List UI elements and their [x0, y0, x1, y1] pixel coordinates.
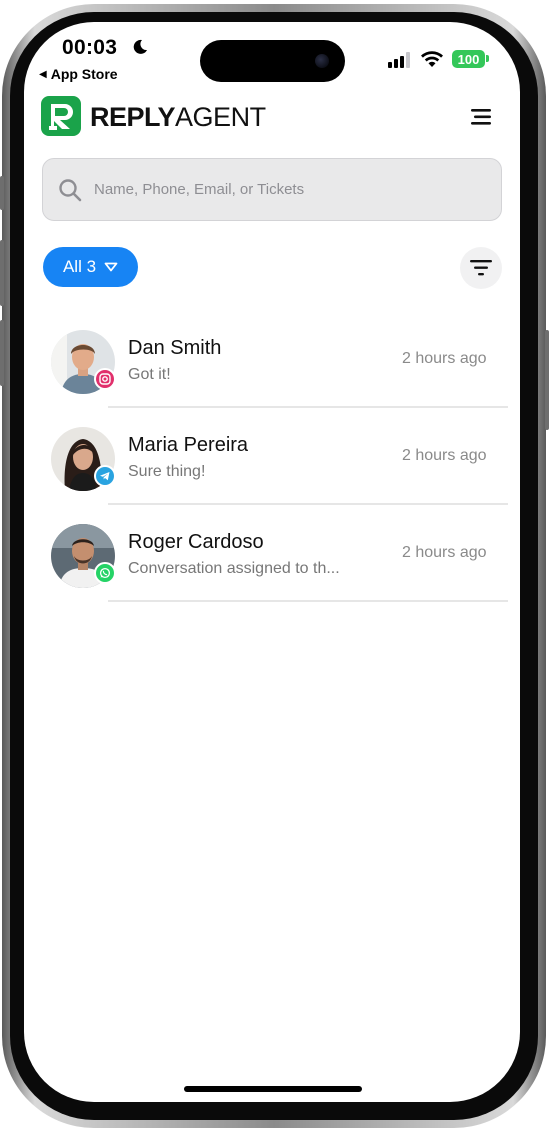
home-indicator[interactable]	[184, 1086, 362, 1092]
contact-name: Roger Cardoso	[128, 531, 264, 553]
conversation-filter-dropdown[interactable]: All 3	[43, 247, 138, 287]
message-time: 2 hours ago	[402, 544, 487, 561]
mute-switch	[0, 176, 4, 210]
hamburger-menu-icon[interactable]	[471, 108, 493, 126]
battery-indicator: 100	[452, 50, 485, 68]
sort-filter-button[interactable]	[460, 247, 502, 289]
chevron-down-icon	[104, 262, 118, 272]
replyagent-logo-icon	[41, 96, 81, 136]
last-message: Sure thing!	[128, 463, 206, 480]
instagram-icon	[94, 368, 116, 390]
brand-name: REPLYAGENT	[90, 102, 266, 133]
search-icon	[59, 178, 82, 201]
filter-icon	[470, 260, 492, 276]
battery-cap	[486, 55, 489, 62]
volume-up-button	[0, 240, 4, 306]
wifi-icon	[421, 51, 443, 67]
conversation-item-roger-cardoso[interactable]: Roger Cardoso Conversation assigned to t…	[24, 514, 520, 611]
message-time: 2 hours ago	[402, 447, 487, 464]
search-input[interactable]	[94, 181, 474, 198]
message-time: 2 hours ago	[402, 350, 487, 367]
camera-icon	[315, 54, 329, 68]
volume-down-button	[0, 320, 4, 386]
status-time: 00:03	[62, 36, 118, 59]
filter-pill-label: All 3	[62, 257, 97, 276]
list-divider	[108, 503, 508, 505]
brand-name-bold: REPLY	[90, 102, 176, 132]
screen: 00:03 ◀ App Store 100 REPLYAGENT Name, P…	[24, 22, 520, 1102]
back-to-app-store[interactable]: ◀ App Store	[39, 66, 118, 82]
telegram-icon	[94, 465, 116, 487]
moon-icon	[133, 39, 147, 54]
last-message: Conversation assigned to th...	[128, 560, 340, 577]
cellular-signal-icon	[388, 52, 410, 68]
list-divider	[108, 406, 508, 408]
last-message: Got it!	[128, 366, 171, 383]
back-arrow-icon: ◀	[39, 68, 47, 80]
dynamic-island	[200, 40, 345, 82]
list-divider	[108, 600, 508, 602]
back-app-label: App Store	[50, 66, 118, 82]
brand-name-light: AGENT	[175, 102, 266, 132]
power-button	[545, 330, 549, 430]
conversation-item-maria-pereira[interactable]: Maria Pereira Sure thing! 2 hours ago	[24, 417, 520, 514]
whatsapp-icon	[94, 562, 116, 584]
conversation-item-dan-smith[interactable]: Dan Smith Got it! 2 hours ago	[24, 320, 520, 417]
contact-name: Dan Smith	[128, 337, 222, 359]
search-bar[interactable]	[42, 158, 502, 221]
contact-name: Maria Pereira	[128, 434, 249, 456]
